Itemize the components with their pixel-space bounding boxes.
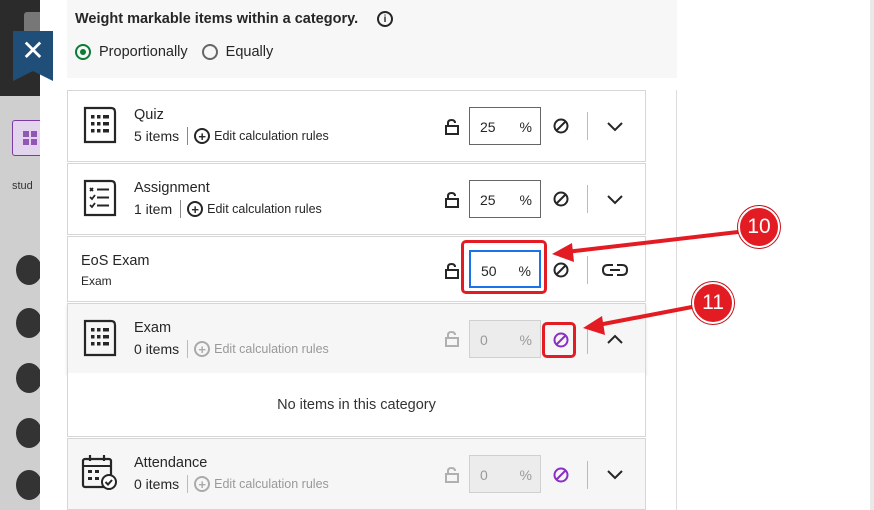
exclude-icon[interactable] (553, 118, 569, 134)
avatar (16, 255, 42, 285)
avatar (16, 308, 42, 338)
chevron-down-icon[interactable] (606, 194, 624, 206)
callout-badge-10: 10 (738, 206, 780, 248)
category-row-attendance: Attendance 0 items + Edit calculation ru… (67, 438, 646, 510)
assignment-icon (83, 179, 117, 217)
equally-label[interactable]: Equally (226, 44, 274, 60)
panel-divider (676, 90, 677, 510)
unlock-icon[interactable] (445, 192, 459, 208)
weight-input: 0% (469, 320, 541, 358)
proportionally-label[interactable]: Proportionally (99, 44, 188, 60)
avatar (16, 470, 42, 500)
close-panel-button[interactable]: ✕ (13, 31, 53, 81)
category-row-quiz: Quiz 5 items + Edit calculation rules 25… (67, 90, 646, 162)
weighting-radio-group: Proportionally Equally (75, 44, 287, 60)
category-name: Attendance (134, 455, 208, 471)
exclude-icon[interactable] (553, 262, 569, 278)
equally-radio[interactable] (201, 44, 218, 60)
item-category: Exam (81, 274, 112, 288)
empty-message: No items in this category (277, 397, 436, 413)
chevron-down-icon[interactable] (606, 469, 624, 481)
edit-calculation-rules-link: Edit calculation rules (214, 342, 329, 356)
empty-category-panel: No items in this category (67, 373, 646, 437)
edit-calculation-rules-link: Edit calculation rules (214, 477, 329, 491)
link-icon[interactable] (602, 263, 628, 277)
exclude-icon[interactable] (553, 467, 569, 483)
exclude-icon[interactable] (553, 191, 569, 207)
plus-circle-icon: + (194, 476, 211, 492)
weight-input[interactable]: 25% (469, 180, 541, 218)
close-icon: ✕ (21, 34, 45, 67)
weight-input: 0% (469, 455, 541, 493)
unlock-icon[interactable] (445, 263, 459, 279)
scrollbar-track[interactable] (870, 0, 874, 510)
grid-view-icon (12, 120, 40, 156)
category-name: Assignment (134, 180, 210, 196)
item-count: 5 items (134, 128, 180, 144)
plus-circle-icon[interactable]: + (194, 128, 211, 144)
callout-highlight-weight-input (461, 240, 547, 294)
category-row-assignment: Assignment 1 item + Edit calculation rul… (67, 163, 646, 235)
unlock-icon (445, 331, 459, 347)
category-row-eos-exam: EoS Exam Exam 50% (67, 236, 646, 302)
category-meta: 5 items + Edit calculation rules (134, 127, 329, 145)
weight-input[interactable]: 25% (469, 107, 541, 145)
quiz-icon (83, 319, 117, 357)
chevron-up-icon[interactable] (606, 333, 624, 345)
info-icon[interactable]: i (377, 11, 393, 27)
item-count: 1 item (134, 201, 173, 217)
unlock-icon[interactable] (445, 119, 459, 135)
quiz-icon (83, 106, 117, 144)
callout-highlight-exclude-icon (542, 322, 576, 358)
plus-circle-icon[interactable]: + (187, 201, 204, 217)
item-count: 0 items (134, 341, 180, 357)
background-student-label: stud (12, 180, 33, 192)
weighting-options: Weight markable items within a category.… (67, 0, 677, 78)
edit-calculation-rules-link[interactable]: Edit calculation rules (214, 129, 329, 143)
category-meta: 1 item + Edit calculation rules (134, 200, 322, 218)
background-content (0, 96, 40, 510)
plus-circle-icon: + (194, 341, 211, 357)
category-name: Quiz (134, 107, 164, 123)
edit-calculation-rules-link[interactable]: Edit calculation rules (207, 202, 322, 216)
attendance-icon (81, 455, 117, 490)
unlock-icon (445, 467, 459, 483)
chevron-down-icon[interactable] (606, 121, 624, 133)
category-meta: 0 items + Edit calculation rules (134, 340, 329, 358)
proportionally-radio[interactable] (75, 44, 91, 60)
category-meta: 0 items + Edit calculation rules (134, 475, 329, 493)
callout-badge-11: 11 (692, 282, 734, 324)
avatar (16, 418, 42, 448)
avatar (16, 363, 42, 393)
weighting-title: Weight markable items within a category. (75, 11, 359, 27)
category-name: Exam (134, 320, 172, 336)
item-count: 0 items (134, 476, 180, 492)
item-name: EoS Exam (81, 253, 150, 269)
